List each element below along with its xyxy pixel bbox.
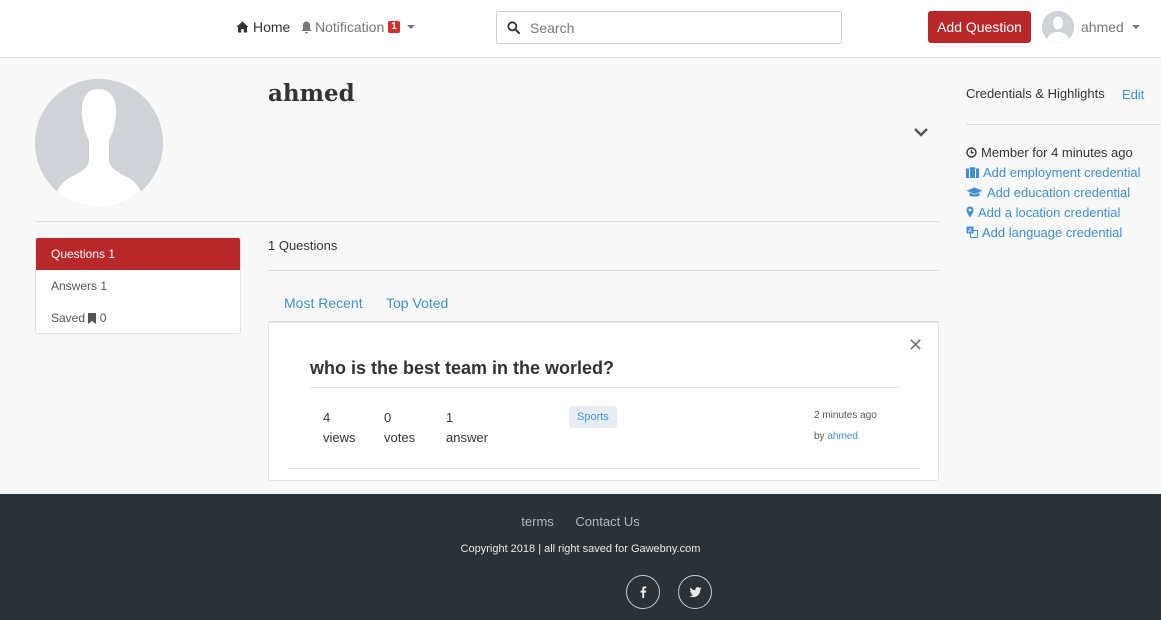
- map-marker-icon: [966, 206, 974, 218]
- side-menu-questions[interactable]: Questions 1: [36, 238, 240, 270]
- search-icon: [507, 21, 520, 34]
- question-tag[interactable]: Sports: [569, 406, 617, 428]
- questions-count: 1 Questions: [268, 238, 338, 253]
- chevron-down-icon: [914, 128, 928, 137]
- votes-stat: 0 votes: [384, 408, 415, 448]
- divider: [966, 124, 1161, 125]
- profile-name: ahmed: [268, 80, 355, 107]
- answers-value: 1: [446, 410, 454, 425]
- bookmark-icon: [88, 312, 97, 324]
- nav-home-link[interactable]: Home: [236, 19, 290, 35]
- divider: [310, 387, 899, 388]
- facebook-icon: [640, 586, 647, 598]
- notification-count-badge: 1: [388, 21, 400, 33]
- question-title[interactable]: who is the best team in the worled?: [310, 358, 614, 379]
- side-menu-saved[interactable]: Saved 0: [36, 302, 240, 333]
- nav-notification-label: Notification: [315, 19, 385, 35]
- side-menu-label: Saved: [51, 311, 86, 325]
- nav-notification-dropdown[interactable]: Notification 1: [301, 19, 415, 35]
- footer-links: terms Contact Us: [0, 514, 1161, 529]
- credential-label: Add a location credential: [978, 204, 1121, 220]
- search-input[interactable]: [530, 19, 830, 36]
- twitter-button[interactable]: [678, 575, 712, 609]
- add-location-credential[interactable]: Add a location credential: [966, 202, 1141, 222]
- member-since: Member for 4 minutes ago: [966, 142, 1141, 162]
- votes-label: votes: [384, 430, 416, 445]
- side-menu-count: 1: [108, 247, 116, 261]
- profile-avatar: [35, 79, 163, 207]
- user-avatar: [1042, 11, 1074, 43]
- tab-most-recent[interactable]: Most Recent: [284, 295, 363, 311]
- footer-copyright: Copyright 2018 | all right saved for Gaw…: [460, 543, 701, 555]
- answers-stat: 1 answer: [446, 408, 488, 448]
- tab-top-voted[interactable]: Top Voted: [386, 295, 448, 311]
- side-menu-answers[interactable]: Answers 1: [36, 270, 240, 302]
- add-language-credential[interactable]: A Add language credential: [966, 222, 1141, 242]
- profile-side-menu: Questions 1 Answers 1 Saved 0: [35, 237, 241, 334]
- add-question-button[interactable]: Add Question: [928, 11, 1031, 43]
- author-link[interactable]: ahmed: [827, 431, 858, 442]
- views-value: 4: [323, 410, 331, 425]
- divider: [35, 221, 939, 222]
- side-menu-label: Answers: [51, 279, 98, 293]
- language-icon: A: [966, 226, 978, 238]
- credential-label: Add language credential: [982, 224, 1123, 240]
- side-menu-label: Questions: [51, 247, 106, 261]
- expand-chevron-button[interactable]: [913, 125, 929, 139]
- views-stat: 4 views: [323, 408, 356, 448]
- divider: [287, 468, 920, 469]
- search-field[interactable]: [496, 11, 842, 44]
- side-menu-count: 1: [100, 279, 108, 293]
- divider: [268, 270, 939, 271]
- side-menu-count: 0: [99, 311, 107, 325]
- facebook-button[interactable]: [626, 575, 660, 609]
- question-time: 2 minutes ago: [814, 410, 877, 421]
- user-name-label: ahmed: [1081, 19, 1124, 35]
- bell-icon: [301, 21, 312, 33]
- twitter-icon: [689, 586, 701, 597]
- top-navbar: Home Notification 1 Add Question ahmed: [0, 0, 1161, 58]
- close-icon[interactable]: ✕: [908, 336, 923, 354]
- credentials-edit-link[interactable]: Edit: [1122, 87, 1144, 102]
- question-tabs: Most Recent Top Voted: [268, 286, 939, 322]
- footer-link-terms[interactable]: terms: [521, 514, 554, 529]
- page-footer: terms Contact Us Copyright 2018 | all ri…: [0, 494, 1161, 620]
- votes-value: 0: [384, 410, 392, 425]
- add-employment-credential[interactable]: Add employment credential: [966, 162, 1141, 182]
- question-author: by ahmed: [814, 431, 858, 442]
- views-label: views: [323, 430, 356, 445]
- footer-link-contact[interactable]: Contact Us: [575, 514, 639, 529]
- member-since-text: Member for 4 minutes ago: [981, 144, 1133, 160]
- by-label: by: [814, 431, 825, 442]
- credentials-title: Credentials & Highlights: [966, 86, 1105, 101]
- question-card: ✕ who is the best team in the worled? 4 …: [268, 322, 939, 481]
- nav-home-label: Home: [253, 19, 291, 35]
- user-menu-dropdown[interactable]: ahmed: [1042, 11, 1140, 43]
- graduation-cap-icon: [966, 187, 983, 197]
- briefcase-icon: [966, 166, 979, 178]
- caret-down-icon: [406, 25, 415, 29]
- clock-icon: [966, 146, 977, 158]
- credentials-list: Member for 4 minutes ago Add employment …: [966, 142, 1141, 242]
- home-icon: [236, 21, 249, 33]
- answers-label: answer: [446, 430, 488, 445]
- add-education-credential[interactable]: Add education credential: [966, 182, 1141, 202]
- credential-label: Add education credential: [987, 184, 1131, 200]
- credential-label: Add employment credential: [983, 164, 1141, 180]
- caret-down-icon: [1131, 25, 1140, 29]
